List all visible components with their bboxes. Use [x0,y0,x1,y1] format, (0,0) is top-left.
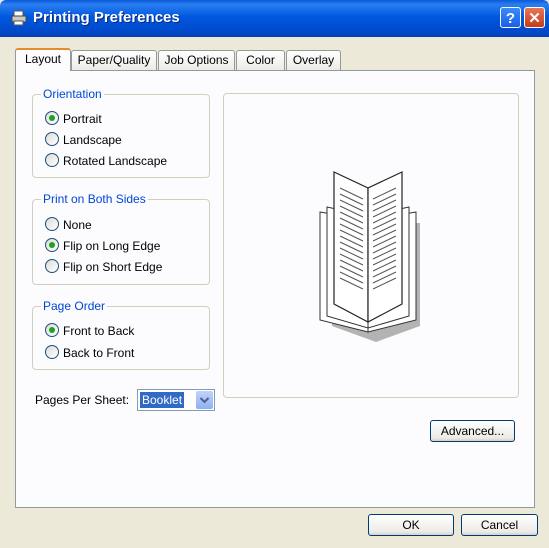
page-order-title: Page Order [41,299,108,313]
radio-button[interactable] [45,153,59,167]
radio-flip-short-edge[interactable]: Flip on Short Edge [45,258,162,276]
booklet-preview-icon [319,171,420,342]
close-button[interactable]: ✕ [524,7,545,28]
radio-flip-long-edge[interactable]: Flip on Long Edge [45,237,160,255]
radio-button[interactable] [45,217,59,231]
chevron-down-icon [199,397,210,404]
radio-rotated-landscape[interactable]: Rotated Landscape [45,152,167,170]
radio-button[interactable] [45,111,59,125]
radio-portrait[interactable]: Portrait [45,110,102,128]
tab-job-options[interactable]: Job Options [158,50,235,70]
printing-preferences-dialog: Printing Preferences ? ✕ Layout Paper/Qu… [0,0,549,548]
print-both-sides-title: Print on Both Sides [41,192,148,206]
pages-per-sheet-label: Pages Per Sheet: [35,393,130,407]
radio-button[interactable] [45,132,59,146]
radio-front-to-back[interactable]: Front to Back [45,322,134,340]
cancel-button[interactable]: Cancel [461,514,538,536]
print-both-sides-group: Print on Both Sides None Flip on Long Ed… [32,192,210,285]
tab-layout[interactable]: Layout [15,48,71,71]
ok-button[interactable]: OK [368,514,454,536]
radio-button[interactable] [45,259,59,273]
tab-overlay[interactable]: Overlay [286,50,341,70]
radio-label: Rotated Landscape [63,154,168,168]
orientation-group: Orientation Portrait Landscape Rotated L… [32,87,210,178]
advanced-button[interactable]: Advanced... [430,420,515,442]
radio-none[interactable]: None [45,216,92,234]
radio-label: Flip on Long Edge [63,239,161,253]
radio-landscape[interactable]: Landscape [45,131,122,149]
radio-button[interactable] [45,323,59,337]
radio-button[interactable] [45,345,59,359]
radio-label: None [63,218,92,232]
tab-color[interactable]: Color [236,50,285,70]
pages-per-sheet-value: Booklet [140,392,185,408]
page-order-group: Page Order Front to Back Back to Front [32,299,210,370]
radio-label: Back to Front [63,346,135,360]
radio-label: Portrait [63,112,102,126]
title-bar: Printing Preferences ? ✕ [0,0,549,37]
preview-area [223,93,519,398]
help-button[interactable]: ? [500,7,521,28]
layout-panel: Orientation Portrait Landscape Rotated L… [15,70,535,508]
tab-paper-quality[interactable]: Paper/Quality [71,50,157,70]
radio-back-to-front[interactable]: Back to Front [45,344,134,362]
pages-per-sheet-select[interactable]: Booklet [137,389,215,411]
orientation-title: Orientation [41,87,104,101]
radio-label: Front to Back [63,324,135,338]
window-title: Printing Preferences [33,9,180,26]
radio-label: Flip on Short Edge [63,260,163,274]
dropdown-button[interactable] [196,391,213,409]
radio-label: Landscape [63,133,122,147]
printer-icon [11,10,27,26]
radio-button[interactable] [45,238,59,252]
